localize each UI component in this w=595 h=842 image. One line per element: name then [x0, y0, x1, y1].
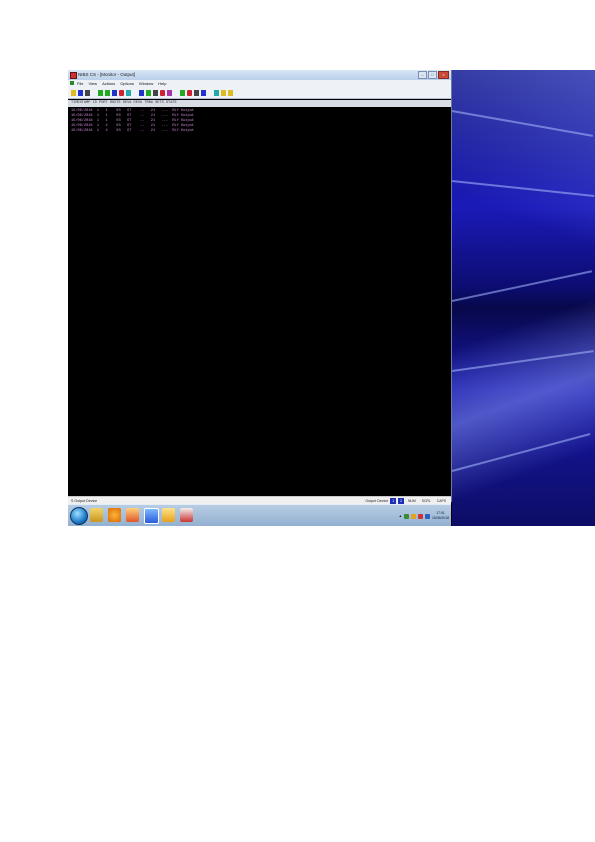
- clock[interactable]: 17:51 15/06/2018: [432, 511, 449, 521]
- system-tray: ▲ 17:51 15/06/2018: [399, 507, 449, 525]
- flag-icon[interactable]: [418, 513, 424, 519]
- save-icon[interactable]: [78, 89, 83, 96]
- door-icon[interactable]: [160, 89, 165, 96]
- info-icon[interactable]: [221, 89, 226, 96]
- battery-icon[interactable]: [425, 513, 431, 519]
- clock-date: 15/06/2018: [432, 516, 449, 520]
- title-bar[interactable]: NIBS CS - [Monitor - Output] – □ ×: [68, 70, 451, 80]
- arm-icon[interactable]: [180, 89, 185, 96]
- menu-actions[interactable]: Actions: [102, 80, 115, 87]
- output-icon[interactable]: [119, 89, 124, 96]
- monitor-icon[interactable]: [112, 89, 117, 96]
- chevron-up-icon[interactable]: ▲: [399, 514, 402, 518]
- menu-window[interactable]: Window: [139, 80, 153, 87]
- security-icon[interactable]: [162, 508, 175, 522]
- screenshot: NIBS CS - [Monitor - Output] – □ × File …: [68, 70, 595, 526]
- settings-icon[interactable]: [214, 89, 219, 96]
- alarm-icon[interactable]: [167, 89, 172, 96]
- relay-icon[interactable]: [139, 89, 144, 96]
- cancel-icon[interactable]: [194, 89, 199, 96]
- menu-options[interactable]: Options: [120, 80, 134, 87]
- disconnect-icon[interactable]: [105, 89, 110, 96]
- input-icon[interactable]: [126, 89, 131, 96]
- minimize-button[interactable]: –: [418, 71, 427, 79]
- document-icon: [70, 81, 74, 85]
- network-icon[interactable]: [404, 513, 410, 519]
- print-icon[interactable]: [85, 89, 90, 96]
- toolbar: [68, 87, 451, 99]
- camera-icon[interactable]: [153, 89, 158, 96]
- media-icon[interactable]: [108, 508, 121, 522]
- printer-icon[interactable]: [180, 508, 193, 522]
- paint-icon[interactable]: [126, 508, 139, 522]
- window-title: NIBS CS - [Monitor - Output]: [78, 72, 136, 77]
- help-icon[interactable]: [228, 89, 233, 96]
- start-orb-icon[interactable]: [70, 507, 88, 525]
- connect-icon[interactable]: [98, 89, 103, 96]
- open-icon[interactable]: [71, 89, 76, 96]
- disarm-icon[interactable]: [187, 89, 192, 96]
- zone-icon[interactable]: [146, 89, 151, 96]
- output-console[interactable]: 15/06/2018 1 1 03 OT -- 21 --- RLY Outpu…: [68, 107, 451, 496]
- close-button[interactable]: ×: [438, 71, 449, 79]
- taskbar: ▲ 17:51 15/06/2018: [68, 504, 451, 526]
- log-column-header: TIMESTAMP ID PORT ROUTE DEV# DEV# TRB# S…: [68, 100, 451, 107]
- explorer-icon[interactable]: [90, 508, 103, 522]
- report-icon[interactable]: [201, 89, 206, 96]
- menu-help[interactable]: Help: [158, 80, 166, 87]
- log-row[interactable]: 15/06/2018 1 4 03 OT -- 21 --- RLY Outpu…: [71, 129, 194, 134]
- volume-icon[interactable]: [411, 513, 417, 519]
- app-logo-icon: [70, 72, 77, 79]
- desktop-wallpaper: [451, 70, 595, 526]
- maximize-button[interactable]: □: [428, 71, 437, 79]
- app-icon[interactable]: [144, 508, 159, 524]
- menu-bar: File View Actions Options Window Help: [68, 80, 451, 87]
- menu-view[interactable]: View: [88, 80, 97, 87]
- app-window: NIBS CS - [Monitor - Output] – □ × File …: [68, 70, 452, 505]
- menu-file[interactable]: File: [77, 80, 83, 87]
